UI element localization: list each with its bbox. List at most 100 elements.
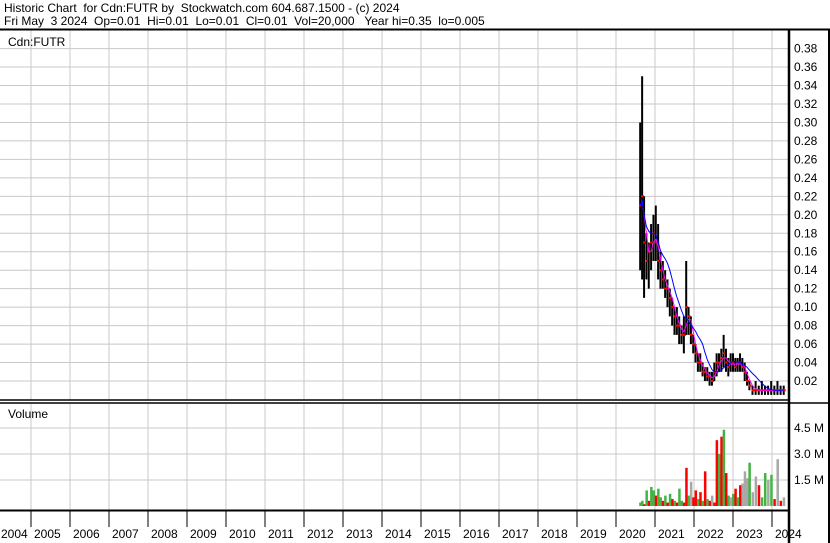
volume-bar [722,429,726,506]
year-label: 2009 [190,527,217,541]
price-tick-label: 0.18 [794,226,818,240]
volume-bar [727,495,730,506]
year-label: 2023 [736,527,763,541]
year-label: 2006 [73,527,100,541]
volume-bar [715,440,719,506]
volume-bar [724,473,728,506]
price-tick-label: 0.08 [794,319,818,333]
year-label: 2012 [307,527,334,541]
year-label: 2018 [541,527,568,541]
volume-bars [639,429,786,506]
price-tick-label: 0.02 [794,374,818,388]
volume-bar [743,471,747,506]
price-tick-label: 0.34 [794,79,818,93]
year-label: 2021 [658,527,685,541]
price-tick-label: 0.26 [794,152,818,166]
price-tick-label: 0.20 [794,208,818,222]
year-label: 2004 [1,527,28,541]
price-tick-label: 0.28 [794,134,818,148]
year-label: 2011 [268,527,294,541]
volume-tick-label: 1.5 M [794,473,824,487]
volume-bar [782,497,786,506]
close-mark [748,384,752,387]
volume-bar [732,493,735,506]
volume-bar [751,492,754,506]
year-label: 2020 [619,527,646,541]
close-mark [751,389,755,392]
volume-bar [773,499,776,506]
year-label: 2019 [580,527,607,541]
volume-bar [739,485,742,506]
volume-bar [770,474,773,506]
stock-chart: 2004 2005 2006 2007 2008 2009 2010 2011 2012 2013… [0,28,830,543]
volume-bar [678,488,681,506]
price-tick-label: 0.24 [794,171,818,185]
year-label: 2024 [775,527,802,541]
price-tick-label: 0.38 [794,42,818,56]
year-label: 2005 [34,527,61,541]
volume-panel-label: Volume [8,407,48,421]
volume-bar [703,471,707,506]
year-label: 2010 [229,527,256,541]
volume-bar [754,476,758,506]
price-tick-label: 0.16 [794,245,818,259]
volume-bar [689,481,693,506]
volume-tick-label: 4.5 M [794,421,824,435]
volume-bar [729,497,733,506]
price-tick-label: 0.04 [794,356,818,370]
volume-bar [680,500,684,506]
volume-bar [734,488,737,506]
volume-bar [673,500,676,506]
volume-bar [779,500,783,506]
year-label: 2017 [502,527,529,541]
volume-bar [650,486,653,506]
price-tick-label: 0.30 [794,115,818,129]
year-label: 2015 [424,527,451,541]
volume-bar [763,473,767,506]
moving-averages [639,198,784,391]
volume-bar [664,495,667,506]
axes [0,28,830,543]
volume-bar [682,502,686,506]
year-label: 2007 [112,527,139,541]
volume-bar [720,436,723,506]
price-tick-label: 0.22 [794,189,818,203]
volume-bar [696,499,700,506]
volume-bar [767,480,770,506]
volume-bar [776,459,779,506]
volume-bar [741,483,744,506]
volume-tick-label: 3.0 M [794,447,824,461]
volume-bar [699,492,702,506]
volume-bar [710,495,714,506]
volume-bar [717,454,721,506]
volume-bar [692,497,695,506]
price-tick-label: 0.14 [794,263,818,277]
volume-bar [659,497,662,506]
price-tick-label: 0.06 [794,337,818,351]
volume-bar [654,495,658,506]
volume-bar [687,495,691,506]
volume-bar [713,502,716,506]
volume-bar [685,467,688,506]
price-tick-label: 0.32 [794,97,818,111]
year-label: 2013 [346,527,373,541]
volume-bar [736,497,740,506]
volume-bar [652,490,655,506]
price-tick-label: 0.10 [794,300,818,314]
moving-average-short [639,198,784,391]
volume-bar [757,485,761,506]
volume-bar [666,502,669,506]
year-label: 2022 [697,527,724,541]
volume-bar [668,493,672,506]
volume-bar [671,499,674,506]
moving-average-long [639,198,784,391]
volume-bar [760,497,764,506]
year-label: 2014 [385,527,412,541]
volume-bar [661,500,665,506]
volume-bar [643,504,646,506]
symbol-label: Cdn:FUTR [8,35,66,49]
volume-bar [708,500,712,506]
volume-bar [657,488,660,506]
volume-bar [694,490,698,506]
price-tick-label: 0.36 [794,60,818,74]
